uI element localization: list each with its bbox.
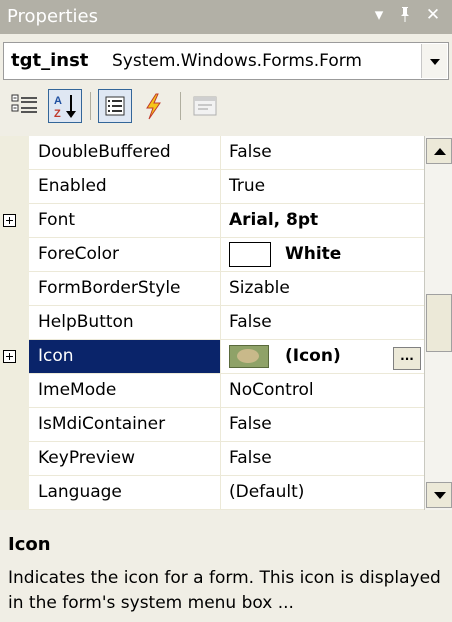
property-name[interactable]: DoubleBuffered: [29, 136, 221, 170]
row-gutter: [0, 136, 29, 170]
close-icon[interactable]: ✕: [423, 5, 443, 25]
svg-text:A: A: [54, 95, 62, 107]
object-type: System.Windows.Forms.Form: [112, 51, 362, 71]
expand-plus-icon[interactable]: [3, 214, 16, 227]
property-value-text: Arial, 8pt: [229, 210, 319, 230]
vertical-scrollbar[interactable]: [424, 136, 452, 510]
ellipsis-button[interactable]: ...: [393, 347, 421, 370]
color-swatch: [229, 241, 271, 267]
property-value-text: (Default): [229, 482, 305, 502]
expand-plus-icon[interactable]: [3, 350, 16, 363]
properties-button[interactable]: [98, 89, 132, 123]
property-value-text: False: [229, 448, 272, 468]
description-title: Icon: [8, 534, 51, 555]
property-pages-icon: [193, 96, 217, 116]
property-row-imemode[interactable]: ImeMode NoControl: [0, 374, 424, 408]
property-value-text: Sizable: [229, 278, 290, 298]
toolbar-separator: [180, 92, 181, 120]
window-title: Properties: [7, 6, 98, 27]
property-row-language[interactable]: Language (Default): [0, 476, 424, 510]
property-value[interactable]: False: [221, 408, 424, 442]
scroll-up-arrow-icon[interactable]: [426, 138, 452, 164]
property-value[interactable]: False: [221, 306, 424, 340]
property-name[interactable]: FormBorderStyle: [29, 272, 221, 306]
description-panel: Icon Indicates the icon for a form. This…: [0, 520, 452, 622]
property-value-text: False: [229, 142, 272, 162]
property-row-font[interactable]: Font Arial, 8pt: [0, 204, 424, 238]
events-button[interactable]: [136, 89, 170, 123]
properties-toolbar: A Z: [0, 84, 452, 128]
row-gutter: [0, 306, 29, 340]
property-value-text: True: [229, 176, 266, 196]
scroll-down-arrow-icon[interactable]: [426, 482, 452, 508]
property-value-text: NoControl: [229, 380, 314, 400]
row-gutter: [0, 476, 29, 510]
property-value[interactable]: White: [221, 238, 424, 272]
property-row-formborderstyle[interactable]: FormBorderStyle Sizable: [0, 272, 424, 306]
property-value[interactable]: True: [221, 170, 424, 204]
property-value-text: False: [229, 414, 272, 434]
property-name[interactable]: KeyPreview: [29, 442, 221, 476]
property-row-doublebuffered[interactable]: DoubleBuffered False: [0, 136, 424, 170]
property-value-text: White: [285, 244, 342, 264]
property-value[interactable]: False: [221, 442, 424, 476]
object-name: tgt_inst: [11, 50, 89, 71]
property-row-forecolor[interactable]: ForeColor White: [0, 238, 424, 272]
categorized-icon: [11, 94, 37, 113]
description-text: Indicates the icon for a form. This icon…: [8, 568, 441, 613]
scrollbar-thumb[interactable]: [426, 294, 452, 352]
property-name[interactable]: Enabled: [29, 170, 221, 204]
lightning-icon: [146, 93, 161, 120]
property-pages-button[interactable]: [188, 89, 222, 123]
property-name[interactable]: HelpButton: [29, 306, 221, 340]
row-gutter: [0, 442, 29, 476]
sort-az-icon: A Z: [54, 95, 76, 120]
toolbar-separator: [90, 92, 91, 120]
property-name[interactable]: IsMdiContainer: [29, 408, 221, 442]
svg-text:Z: Z: [54, 108, 61, 120]
row-gutter: [0, 170, 29, 204]
properties-window: Properties ▾ ✕ tgt_inst System.Windows.F…: [0, 0, 452, 622]
alphabetical-button[interactable]: A Z: [48, 89, 82, 123]
property-value[interactable]: NoControl: [221, 374, 424, 408]
property-row-helpbutton[interactable]: HelpButton False: [0, 306, 424, 340]
object-selector-dropdown[interactable]: tgt_inst System.Windows.Forms.Form: [3, 42, 449, 80]
row-gutter: [0, 374, 29, 408]
property-row-keypreview[interactable]: KeyPreview False: [0, 442, 424, 476]
title-bar: Properties ▾ ✕: [0, 0, 452, 34]
property-value[interactable]: Sizable: [221, 272, 424, 306]
property-row-enabled[interactable]: Enabled True: [0, 170, 424, 204]
row-gutter: [0, 408, 29, 442]
property-value[interactable]: (Default): [221, 476, 424, 510]
property-value-text: False: [229, 312, 272, 332]
row-gutter: [0, 340, 29, 374]
property-value-text: (Icon): [285, 346, 341, 366]
property-row-ismdicontainer[interactable]: IsMdiContainer False: [0, 408, 424, 442]
property-value[interactable]: False: [221, 136, 424, 170]
row-gutter: [0, 204, 29, 238]
property-value[interactable]: (Icon)...: [221, 340, 424, 374]
window-position-dropdown-icon[interactable]: ▾: [369, 5, 389, 25]
property-name[interactable]: Font: [29, 204, 221, 238]
icon-preview-thumbnail: [229, 344, 269, 368]
property-name[interactable]: Icon: [29, 340, 221, 374]
property-name[interactable]: Language: [29, 476, 221, 510]
row-gutter: [0, 272, 29, 306]
row-gutter: [0, 238, 29, 272]
property-grid: DoubleBuffered False Enabled True Font Arial,…: [0, 136, 424, 510]
property-value[interactable]: Arial, 8pt: [221, 204, 424, 238]
autohide-pin-icon[interactable]: [395, 5, 415, 28]
categorized-button[interactable]: [8, 89, 42, 123]
property-name[interactable]: ImeMode: [29, 374, 221, 408]
chevron-down-icon[interactable]: [421, 44, 447, 78]
properties-list-icon: [105, 96, 125, 116]
property-name[interactable]: ForeColor: [29, 238, 221, 272]
property-row-icon[interactable]: Icon (Icon)...: [0, 340, 424, 374]
